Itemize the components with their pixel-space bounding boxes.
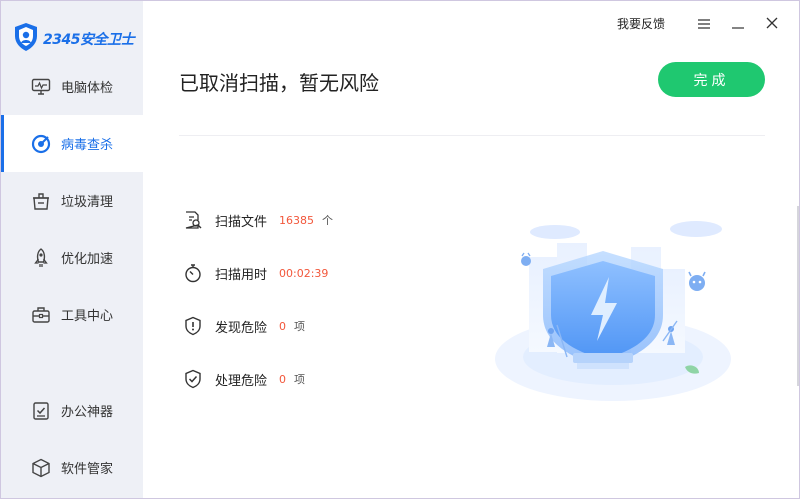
app-logo: 2345安全卫士	[13, 19, 134, 59]
feedback-link[interactable]: 我要反馈	[617, 15, 665, 32]
menu-button[interactable]	[687, 8, 721, 38]
minimize-button[interactable]	[721, 8, 755, 38]
sidebar-item-label: 工具中心	[61, 309, 114, 324]
minimize-icon	[732, 14, 744, 33]
stat-value: 0	[279, 319, 287, 333]
sidebar-item-label: 电脑体检	[61, 81, 114, 96]
stat-unit: 项	[294, 320, 306, 333]
toolbox-icon	[31, 305, 51, 325]
stat-scanned-files: 扫描文件 16385 个	[183, 209, 333, 231]
close-button[interactable]	[755, 8, 789, 38]
sidebar-item-label: 垃圾清理	[61, 195, 114, 210]
stat-label: 扫描文件	[215, 214, 268, 230]
stat-scan-duration: 扫描用时 00:02:39	[183, 262, 328, 284]
rocket-icon	[31, 247, 51, 268]
stat-label: 处理危险	[215, 373, 268, 389]
sidebar-item-label: 软件管家	[61, 462, 114, 477]
title-bar: 我要反馈	[617, 1, 799, 45]
app-window: 2345安全卫士 电脑体检 病毒查杀 垃圾清理 优化加速 工具中心 办公神器 软…	[0, 0, 800, 499]
sidebar-item-tool-center[interactable]: 工具中心	[1, 286, 143, 343]
stopwatch-icon	[183, 263, 203, 283]
security-shield-illustration	[491, 217, 741, 407]
sidebar-item-office-tools[interactable]: 办公神器	[1, 382, 143, 439]
sidebar-item-label: 病毒查杀	[61, 138, 114, 153]
trash-bin-icon	[31, 191, 51, 211]
done-button[interactable]: 完成	[658, 62, 765, 97]
sidebar-item-junk-clean[interactable]: 垃圾清理	[1, 172, 143, 229]
shield-alert-icon	[183, 316, 203, 336]
stat-label: 扫描用时	[215, 267, 268, 283]
logo-text: 2345安全卫士	[43, 32, 134, 48]
sidebar-item-software-manager[interactable]: 软件管家	[1, 439, 143, 496]
sidebar-item-label: 办公神器	[61, 405, 114, 420]
cube-icon	[31, 458, 51, 478]
sidebar-item-virus-scan[interactable]: 病毒查杀	[1, 115, 143, 172]
sidebar: 2345安全卫士 电脑体检 病毒查杀 垃圾清理 优化加速 工具中心 办公神器 软…	[1, 1, 143, 498]
stat-value: 16385	[279, 213, 315, 227]
scan-result-title: 已取消扫描，暂无风险	[179, 71, 379, 95]
stat-threats-handled: 处理危险 0 项	[183, 368, 305, 390]
sidebar-item-speed-up[interactable]: 优化加速	[1, 229, 143, 286]
stat-label: 发现危险	[215, 320, 268, 336]
sidebar-item-label: 优化加速	[61, 252, 114, 267]
file-search-icon	[183, 210, 203, 230]
monitor-icon	[31, 77, 51, 97]
close-icon	[766, 14, 778, 33]
clipboard-check-icon	[31, 401, 51, 421]
stat-value: 0	[279, 372, 287, 386]
sidebar-item-pc-checkup[interactable]: 电脑体检	[1, 58, 143, 115]
stat-unit: 项	[294, 373, 306, 386]
scrollbar[interactable]	[797, 206, 799, 386]
target-icon	[31, 134, 51, 154]
divider	[179, 135, 765, 136]
stat-value: 00:02:39	[279, 266, 329, 280]
stat-unit: 个	[322, 214, 334, 227]
hamburger-menu-icon	[698, 14, 710, 33]
shield-logo-icon	[13, 22, 39, 56]
shield-check-icon	[183, 369, 203, 389]
stat-threats-found: 发现危险 0 项	[183, 315, 305, 337]
